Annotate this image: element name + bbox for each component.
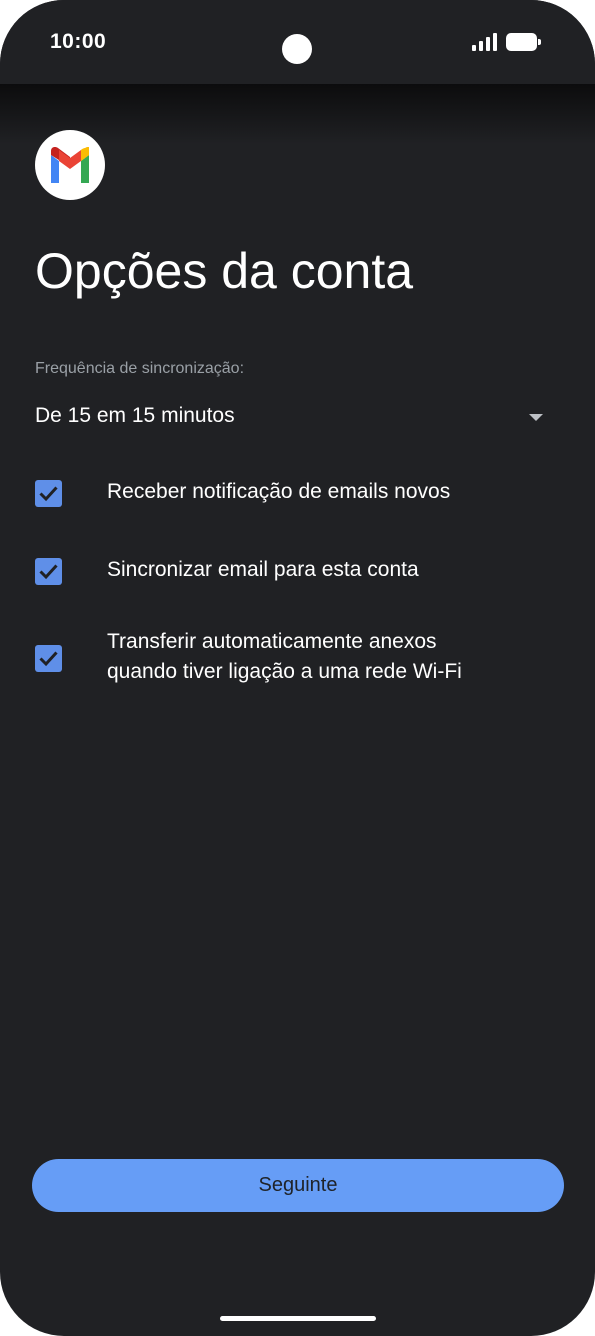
- checkmark-icon: [39, 486, 58, 502]
- sync-frequency-dropdown[interactable]: De 15 em 15 minutos: [35, 396, 555, 438]
- cellular-signal-icon: [472, 33, 498, 51]
- option-label: Sincronizar email para esta conta: [107, 558, 419, 581]
- checkbox-sync-email[interactable]: [35, 558, 62, 585]
- page-title: Opções da conta: [35, 243, 414, 299]
- home-indicator[interactable]: [220, 1316, 376, 1321]
- sync-frequency-label: Frequência de sincronização:: [35, 360, 245, 377]
- option-sync-email[interactable]: Sincronizar email para esta conta: [35, 556, 565, 588]
- sync-frequency-value: De 15 em 15 minutos: [35, 404, 235, 427]
- option-notify-new-emails[interactable]: Receber notificação de emails novos: [35, 478, 565, 510]
- option-label-line-2: quando tiver ligação a uma rede Wi-Fi: [107, 660, 462, 683]
- next-button[interactable]: Seguinte: [32, 1159, 564, 1212]
- front-camera: [282, 34, 312, 64]
- phone-screen: 10:00 Opções da conta Frequência de sinc…: [0, 0, 595, 1336]
- option-label-line-1: Transferir automaticamente anexos: [107, 630, 437, 653]
- status-time: 10:00: [50, 30, 107, 53]
- option-label: Receber notificação de emails novos: [107, 480, 451, 503]
- checkmark-icon: [39, 651, 58, 667]
- dropdown-arrow-icon: [529, 414, 543, 421]
- checkmark-icon: [39, 564, 58, 580]
- checkbox-notify-new-emails[interactable]: [35, 480, 62, 507]
- gmail-logo-icon: [35, 130, 105, 200]
- checkbox-auto-download-attachments[interactable]: [35, 645, 62, 672]
- status-bar: 10:00: [0, 0, 595, 84]
- option-auto-download-attachments[interactable]: Transferir automaticamente anexos quando…: [35, 628, 565, 688]
- battery-full-icon: [506, 33, 541, 51]
